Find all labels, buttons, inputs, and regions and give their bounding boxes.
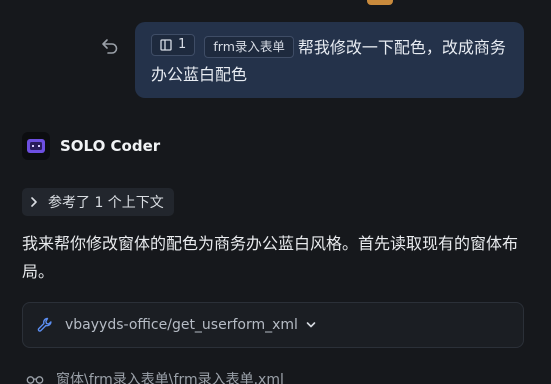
wrench-icon [37, 317, 52, 332]
context-reference-toggle[interactable]: 参考了 1 个上下文 [22, 188, 174, 216]
undo-button[interactable] [100, 36, 120, 56]
panel-icon [160, 39, 172, 51]
undo-icon [102, 39, 118, 54]
context-count-chip[interactable]: 1 [151, 34, 196, 56]
tool-call-label: vbayyds-office/get_userform_xml [65, 317, 298, 333]
tool-call-card[interactable]: vbayyds-office/get_userform_xml [22, 302, 524, 348]
top-accent-tab [367, 0, 393, 5]
agent-name: SOLO Coder [60, 137, 161, 155]
robot-icon [27, 139, 45, 153]
chat-panel: 1 frm录入表单 帮我修改一下配色，改成商务办公蓝白配色 SOLO Coder… [0, 0, 551, 384]
context-reference-label: 参考了 1 个上下文 [48, 195, 164, 211]
user-message-bubble: 1 frm录入表单 帮我修改一下配色，改成商务办公蓝白配色 [135, 22, 524, 98]
chevron-right-icon [31, 197, 37, 207]
file-chip-label: frm录入表单 [213, 39, 285, 54]
agent-avatar [22, 132, 50, 160]
file-chip[interactable]: frm录入表单 [204, 36, 294, 58]
file-reference-path: 窗体\frm录入表单\frm录入表单.xml [56, 372, 284, 384]
file-reference[interactable]: 窗体\frm录入表单\frm录入表单.xml [26, 369, 284, 384]
agent-header: SOLO Coder [22, 132, 160, 160]
glasses-icon [26, 376, 44, 384]
context-count: 1 [178, 37, 187, 52]
chevron-down-icon [306, 322, 316, 328]
agent-reply-text: 我来帮你修改窗体的配色为商务办公蓝白风格。首先读取现有的窗体布局。 [22, 234, 519, 281]
